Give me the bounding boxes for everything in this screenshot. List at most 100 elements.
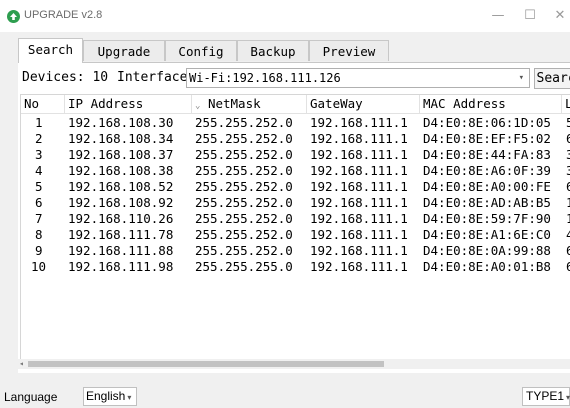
cell-mac-address: D4:E0:8E:44:FA:83 <box>423 147 551 162</box>
cell-netmask: 255.255.252.0 <box>195 211 293 226</box>
table-row[interactable]: 9 192.168.111.88 255.255.252.0 192.168.111.… <box>21 243 570 259</box>
horizontal-scrollbar[interactable]: ◂ <box>18 359 570 369</box>
window-title: UPGRADE v2.8 <box>24 9 103 21</box>
cell-netmask: 255.255.252.0 <box>195 195 293 210</box>
cell-l: 3 <box>566 163 570 179</box>
cell-netmask: 255.255.252.0 <box>195 179 293 194</box>
table-row[interactable]: 1 192.168.108.30 255.255.252.0 192.168.111.… <box>21 115 570 131</box>
chevron-down-icon: ▾ <box>518 73 524 83</box>
cell-ip-address: 192.168.108.37 <box>68 147 174 162</box>
cell-mac-address: D4:E0:8E:EF:F5:02 <box>423 131 551 146</box>
cell-gateway: 192.168.111.1 <box>310 195 408 210</box>
cell-l: 6 <box>566 131 570 147</box>
title-bar: UPGRADE v2.8 — ☐ ✕ <box>0 0 570 32</box>
cell-no: 1 <box>35 115 43 130</box>
table-row[interactable]: 3 192.168.108.37 255.255.252.0 192.168.111.… <box>21 147 570 163</box>
device-table: No IP Address ⌄ NetMask GateWay MAC Addr… <box>20 94 570 366</box>
column-header-netmask-label: NetMask <box>207 96 261 111</box>
cell-l: 6 <box>566 259 570 275</box>
maximize-icon: ☐ <box>524 8 536 23</box>
cell-no: 2 <box>35 131 43 146</box>
tab-search[interactable]: Search <box>18 38 83 63</box>
cell-mac-address: D4:E0:8E:06:1D:05 <box>423 115 551 130</box>
cell-l: 4 <box>566 227 570 243</box>
cell-mac-address: D4:E0:8E:A0:01:B8 <box>423 259 551 274</box>
table-row[interactable]: 10 192.168.111.98 255.255.255.0 192.168.111… <box>21 259 570 275</box>
language-value: English <box>86 389 126 403</box>
cell-gateway: 192.168.111.1 <box>310 131 408 146</box>
cell-netmask: 255.255.252.0 <box>195 243 293 258</box>
interface-select[interactable]: Wi-Fi:192.168.111.126 ▾ <box>186 68 530 88</box>
cell-ip-address: 192.168.110.26 <box>68 211 174 226</box>
cell-gateway: 192.168.111.1 <box>310 227 408 242</box>
tab-config[interactable]: Config <box>165 40 237 61</box>
close-button[interactable]: ✕ <box>540 0 570 32</box>
table-row[interactable]: 5 192.168.108.52 255.255.252.0 192.168.111.… <box>21 179 570 195</box>
cell-l: 6 <box>566 179 570 195</box>
column-header-l[interactable]: L <box>562 95 570 113</box>
cell-ip-address: 192.168.108.92 <box>68 195 174 210</box>
cell-l: 6 <box>566 243 570 259</box>
cell-mac-address: D4:E0:8E:AD:AB:B5 <box>423 195 551 210</box>
cell-no: 5 <box>35 179 43 194</box>
status-bar: Language English ▾ TYPE1 ▾ <box>0 385 570 408</box>
tab-backup[interactable]: Backup <box>237 40 309 61</box>
devices-label: Devices: <box>22 70 85 85</box>
cell-netmask: 255.255.252.0 <box>195 147 293 162</box>
cell-netmask: 255.255.252.0 <box>195 115 293 130</box>
cell-gateway: 192.168.111.1 <box>310 163 408 178</box>
cell-ip-address: 192.168.111.88 <box>68 243 174 258</box>
search-button[interactable]: Search <box>534 68 570 89</box>
chevron-down-icon: ▾ <box>566 393 570 402</box>
column-header-ip-label: IP Address <box>68 96 144 111</box>
table-row[interactable]: 7 192.168.110.26 255.255.252.0 192.168.111.… <box>21 211 570 227</box>
type-value: TYPE1 <box>526 389 565 403</box>
cell-ip-address: 192.168.111.78 <box>68 227 174 242</box>
cell-no: 9 <box>35 243 43 258</box>
cell-ip-address: 192.168.108.38 <box>68 163 174 178</box>
cell-gateway: 192.168.111.1 <box>310 259 408 274</box>
cell-no: 8 <box>35 227 43 242</box>
column-header-no[interactable]: No <box>21 95 65 113</box>
column-header-netmask[interactable]: ⌄ NetMask <box>192 95 307 113</box>
app-logo-icon <box>7 10 20 23</box>
table-row[interactable]: 6 192.168.108.92 255.255.252.0 192.168.111.… <box>21 195 570 211</box>
cell-gateway: 192.168.111.1 <box>310 115 408 130</box>
cell-no: 7 <box>35 211 43 226</box>
cell-no: 4 <box>35 163 43 178</box>
table-row[interactable]: 4 192.168.108.38 255.255.252.0 192.168.111.… <box>21 163 570 179</box>
cell-no: 3 <box>35 147 43 162</box>
cell-mac-address: D4:E0:8E:59:7F:90 <box>423 211 551 226</box>
cell-ip-address: 192.168.111.98 <box>68 259 174 274</box>
cell-mac-address: D4:E0:8E:A6:0F:39 <box>423 163 551 178</box>
minimize-icon: — <box>491 8 505 23</box>
column-header-gateway[interactable]: GateWay <box>307 95 420 113</box>
cell-l: 1 <box>566 211 570 227</box>
cell-ip-address: 192.168.108.34 <box>68 131 174 146</box>
cell-mac-address: D4:E0:8E:A1:6E:C0 <box>423 227 551 242</box>
cell-gateway: 192.168.111.1 <box>310 179 408 194</box>
column-header-mac-address[interactable]: MAC Address <box>420 95 562 113</box>
interface-label: Interface <box>117 70 188 85</box>
scroll-left-icon[interactable]: ◂ <box>19 359 24 369</box>
cell-mac-address: D4:E0:8E:A0:00:FE <box>423 179 551 194</box>
scroll-thumb[interactable] <box>28 361 384 367</box>
table-row[interactable]: 8 192.168.111.78 255.255.252.0 192.168.111.… <box>21 227 570 243</box>
cell-gateway: 192.168.111.1 <box>310 243 408 258</box>
language-select[interactable]: English ▾ <box>83 387 137 406</box>
cell-no: 6 <box>35 195 43 210</box>
column-header-ip-address[interactable]: IP Address <box>65 95 192 113</box>
table-row[interactable]: 2 192.168.108.34 255.255.252.0 192.168.111.… <box>21 131 570 147</box>
cell-gateway: 192.168.111.1 <box>310 211 408 226</box>
tab-upgrade[interactable]: Upgrade <box>83 40 165 61</box>
language-label: Language <box>4 390 58 404</box>
cell-ip-address: 192.168.108.30 <box>68 115 174 130</box>
cell-netmask: 255.255.252.0 <box>195 227 293 242</box>
type-select[interactable]: TYPE1 ▾ <box>522 387 570 406</box>
search-panel: Devices: 10 Interface Wi-Fi:192.168.111.… <box>18 62 570 373</box>
tab-preview[interactable]: Preview <box>309 40 389 61</box>
cell-no: 10 <box>31 259 47 274</box>
interface-value: Wi-Fi:192.168.111.126 <box>189 71 341 85</box>
cell-netmask: 255.255.255.0 <box>195 259 293 274</box>
cell-l: 5 <box>566 115 570 131</box>
